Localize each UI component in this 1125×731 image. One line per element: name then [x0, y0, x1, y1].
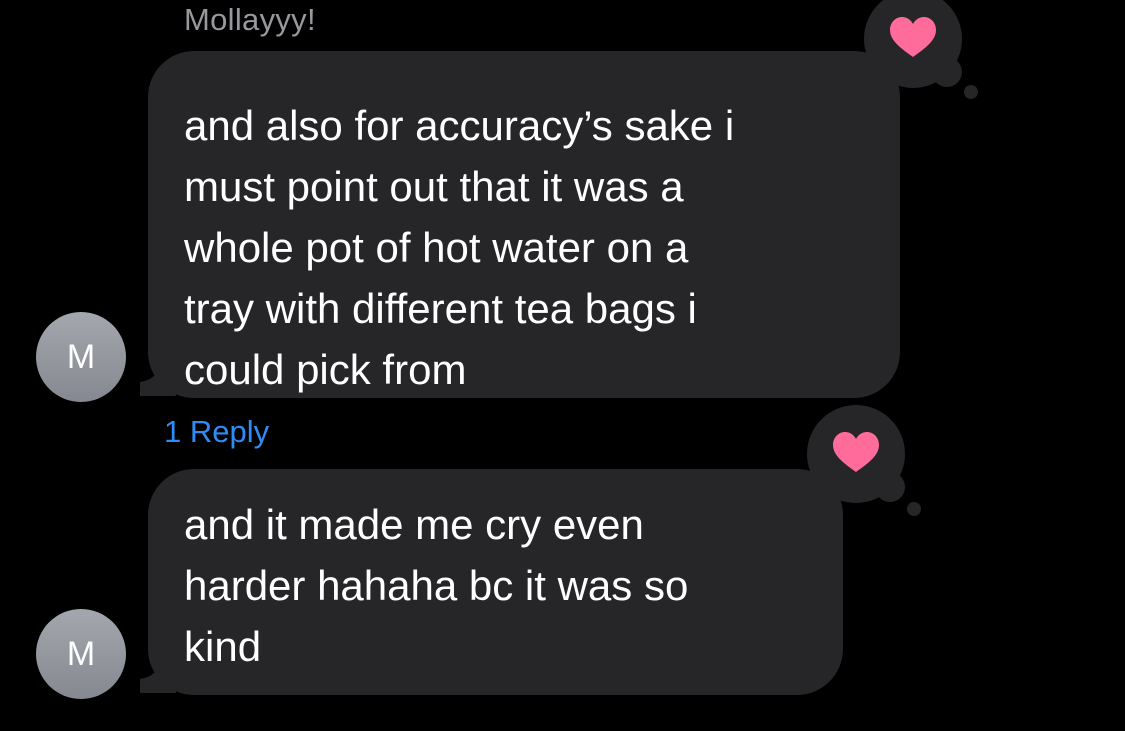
avatar[interactable]: M: [36, 312, 126, 402]
avatar[interactable]: M: [36, 609, 126, 699]
message-text: and it made me cry even harder hahaha bc…: [184, 501, 689, 670]
sender-name: Mollayyy!: [184, 2, 316, 37]
message-bubble[interactable]: and it made me cry even harder hahaha bc…: [148, 469, 843, 695]
tapback-dot: [907, 502, 921, 516]
reply-count-link[interactable]: 1 Reply: [164, 414, 269, 450]
heart-reaction-badge[interactable]: [862, 0, 962, 90]
message-text: and also for accuracy’s sake i must poin…: [184, 102, 735, 393]
message-bubble[interactable]: and also for accuracy’s sake i must poin…: [148, 51, 900, 398]
tapback-dot: [964, 85, 978, 99]
heart-reaction-badge[interactable]: [805, 405, 905, 505]
